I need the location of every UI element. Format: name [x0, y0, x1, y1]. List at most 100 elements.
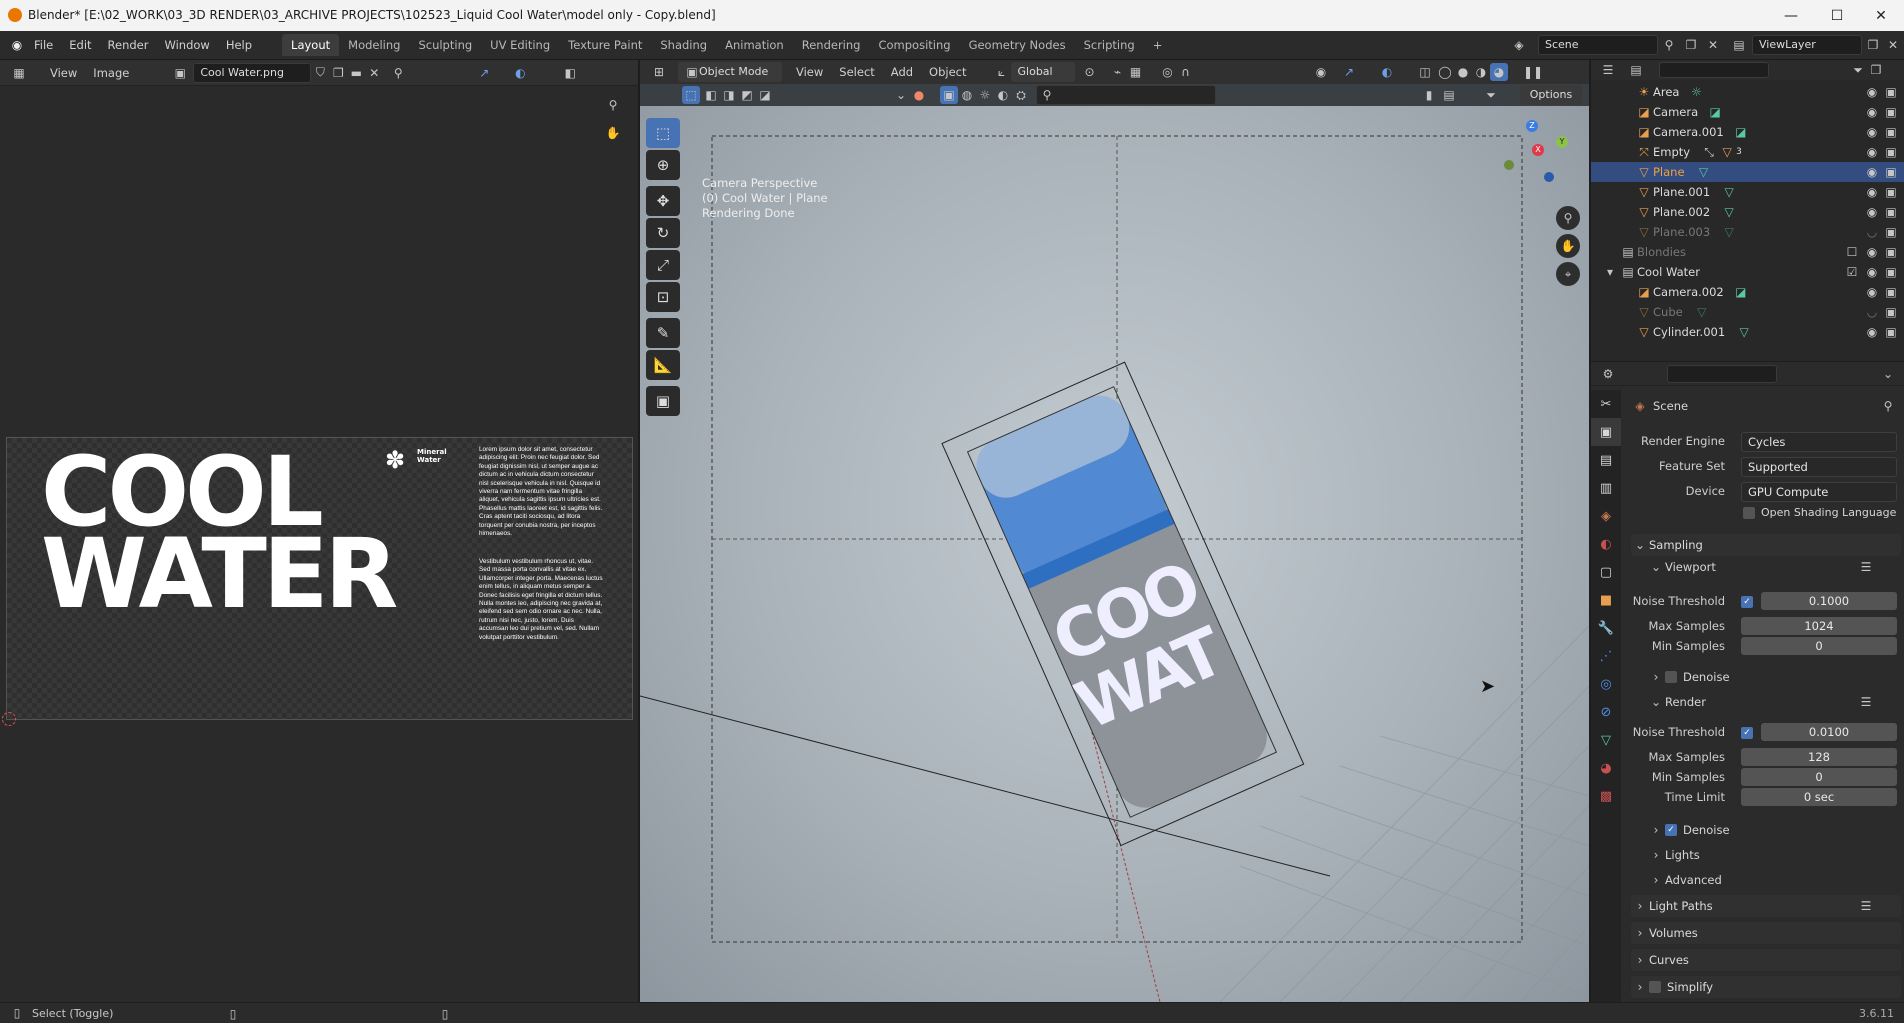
filter-icon[interactable]: ⏷: [1849, 61, 1867, 79]
vp-max-samples-field[interactable]: 1024: [1741, 617, 1897, 635]
visibility-icon[interactable]: ◉: [1863, 263, 1881, 281]
tab-compositing[interactable]: Compositing: [869, 34, 959, 56]
modifier-tab-icon[interactable]: 🔧: [1591, 614, 1621, 642]
vp-denoise-row[interactable]: › Denoise: [1647, 668, 1730, 686]
x-axis-icon[interactable]: X: [1532, 144, 1544, 156]
tab-layout[interactable]: Layout: [282, 34, 340, 56]
r-max-samples-field[interactable]: 128: [1741, 748, 1897, 766]
viewport-subpanel-header[interactable]: ⌄ Viewport: [1647, 558, 1716, 576]
vp-view-menu[interactable]: View: [788, 61, 831, 83]
filter-icon[interactable]: ⏷: [1482, 86, 1500, 104]
collapse-arrow-icon[interactable]: ▾: [1601, 263, 1619, 281]
z-axis-icon[interactable]: Z: [1526, 120, 1538, 132]
material-shading-icon[interactable]: ◑: [1472, 63, 1490, 81]
editor-type-icon[interactable]: ⚙: [1599, 365, 1617, 383]
vp-noise-threshold-checkbox[interactable]: ✓: [1741, 596, 1753, 608]
mode-selector[interactable]: ▣ Object Mode: [678, 62, 782, 82]
editor-type-icon[interactable]: ☰: [1599, 61, 1617, 79]
fake-user-icon[interactable]: ⛉: [311, 64, 329, 82]
visibility-icon[interactable]: ◉: [1863, 143, 1881, 161]
visibility-icon[interactable]: ◉: [1863, 163, 1881, 181]
display-mode-icon[interactable]: ▤: [1627, 61, 1645, 79]
material-tab-icon[interactable]: ◕: [1591, 754, 1621, 782]
r-min-samples-field[interactable]: 0: [1741, 768, 1897, 786]
image-view-menu[interactable]: View: [42, 62, 85, 84]
tab-modeling[interactable]: Modeling: [339, 34, 409, 56]
add-cube-tool-button[interactable]: ▣: [646, 386, 680, 416]
transform-tool-button[interactable]: ⊡: [646, 282, 680, 312]
select-extend-icon[interactable]: ◧: [702, 86, 720, 104]
bookmark-icon[interactable]: ▮: [1420, 86, 1438, 104]
object-filter-icon[interactable]: ▣: [940, 86, 958, 104]
outliner-row[interactable]: ▽ Plane.002 ▽ ◉ ▣: [1591, 202, 1904, 222]
menu-help[interactable]: Help: [218, 34, 260, 56]
render-engine-dropdown[interactable]: Cycles: [1741, 432, 1897, 452]
render-area[interactable]: COO WAT Camera Perspective (0) Cool Wate…: [640, 106, 1589, 1002]
curves-panel-header[interactable]: › Curves: [1631, 949, 1901, 971]
open-image-icon[interactable]: ▬: [347, 64, 365, 82]
delete-view-layer-icon[interactable]: ✕: [1884, 36, 1902, 54]
presets-list-icon[interactable]: ☰: [1857, 693, 1875, 711]
tab-animation[interactable]: Animation: [716, 34, 793, 56]
visibility-icon[interactable]: ◉: [1863, 103, 1881, 121]
rotate-tool-button[interactable]: ↻: [646, 218, 680, 248]
new-collection-icon[interactable]: ❐: [1867, 61, 1885, 79]
render-camera-icon[interactable]: ▣: [1882, 183, 1900, 201]
display-channels-icon[interactable]: ◧: [561, 64, 579, 82]
menu-render[interactable]: Render: [100, 34, 157, 56]
pin-image-icon[interactable]: ⚲: [389, 64, 407, 82]
light-paths-panel-header[interactable]: › Light Paths ☰: [1631, 895, 1901, 917]
transform-orientation-icon[interactable]: ⟀: [993, 63, 1011, 81]
camera-view-icon[interactable]: ⌖: [1556, 262, 1580, 286]
menu-file[interactable]: File: [26, 34, 61, 56]
neg-z-axis-icon[interactable]: [1544, 172, 1554, 182]
properties-search-input[interactable]: [1667, 364, 1777, 383]
outliner-row[interactable]: ▽ Cylinder.001 ▽ ◉ ▣: [1591, 322, 1904, 342]
render-camera-icon[interactable]: ▣: [1882, 323, 1900, 341]
exclude-checkbox-icon[interactable]: ☐: [1843, 243, 1861, 261]
render-camera-icon[interactable]: ▣: [1882, 123, 1900, 141]
scene-tab-icon[interactable]: ◈: [1591, 502, 1621, 530]
xray-icon[interactable]: ◫: [1416, 63, 1434, 81]
viewport-search-input[interactable]: [1036, 85, 1216, 105]
simplify-panel-header[interactable]: › Simplify: [1631, 976, 1901, 998]
vp-object-menu[interactable]: Object: [921, 61, 974, 83]
filter-dropdown-icon[interactable]: ⌄: [892, 86, 910, 104]
color-filter-icon[interactable]: ●: [910, 86, 928, 104]
options-dropdown-icon[interactable]: ⌄: [1879, 365, 1897, 383]
vp-select-menu[interactable]: Select: [831, 61, 882, 83]
select-box-icon[interactable]: ⬚: [682, 86, 700, 104]
advanced-subpanel[interactable]: › Advanced: [1647, 871, 1722, 889]
wireframe-shading-icon[interactable]: ◯: [1436, 63, 1454, 81]
render-camera-icon[interactable]: ▣: [1882, 223, 1900, 241]
new-view-layer-icon[interactable]: ❐: [1864, 36, 1882, 54]
include-checkbox-icon[interactable]: ☑: [1843, 263, 1861, 281]
visibility-icon[interactable]: ◉: [1863, 183, 1881, 201]
pivot-icon[interactable]: ⊙: [1081, 63, 1099, 81]
menu-edit[interactable]: Edit: [61, 34, 99, 56]
light-filter-icon[interactable]: ☼: [976, 86, 994, 104]
outliner-row[interactable]: ◪ Camera.001 ◪ ◉ ▣: [1591, 122, 1904, 142]
visibility-icon[interactable]: ◉: [1863, 203, 1881, 221]
rendered-shading-icon[interactable]: ◕: [1490, 63, 1508, 81]
maximize-button[interactable]: ☐: [1814, 0, 1860, 31]
world-filter-icon[interactable]: ◐: [994, 86, 1012, 104]
move-tool-button[interactable]: ✥: [646, 186, 680, 216]
lights-subpanel[interactable]: › Lights: [1647, 846, 1700, 864]
render-camera-icon[interactable]: ▣: [1882, 163, 1900, 181]
render-camera-icon[interactable]: ▣: [1882, 263, 1900, 281]
view-layer-tab-icon[interactable]: ▥: [1591, 474, 1621, 502]
outliner-row[interactable]: ▽ Plane.003 ▽ ◡ ▣: [1591, 222, 1904, 242]
simplify-checkbox[interactable]: [1649, 981, 1661, 993]
physics-tab-icon[interactable]: ◎: [1591, 670, 1621, 698]
image-canvas[interactable]: COOL WATER ✽ Mineral Water Lorem ipsum d…: [6, 437, 633, 720]
tab-rendering[interactable]: Rendering: [793, 34, 870, 56]
vp-noise-threshold-field[interactable]: 0.1000: [1761, 592, 1897, 610]
vp-denoise-checkbox[interactable]: [1665, 671, 1677, 683]
new-image-icon[interactable]: ❐: [329, 64, 347, 82]
tab-uv-editing[interactable]: UV Editing: [481, 34, 559, 56]
zoom-icon[interactable]: ⚲: [604, 96, 622, 114]
scene-icon[interactable]: ◈: [1510, 36, 1528, 54]
osl-row[interactable]: Open Shading Language: [1743, 506, 1896, 519]
render-tab-icon[interactable]: ▣: [1591, 418, 1621, 446]
